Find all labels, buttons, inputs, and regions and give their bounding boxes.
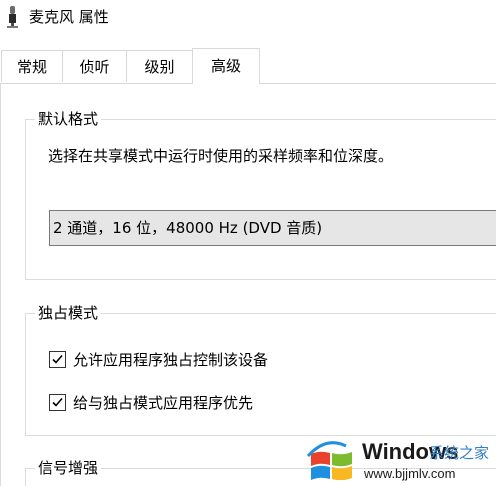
default-format-label: 默认格式	[35, 109, 102, 129]
exclusive-mode-group: 独占模式	[25, 303, 496, 436]
tab-strip: 常规 侦听 级别 高级	[0, 48, 496, 84]
checkmark-icon	[52, 354, 63, 364]
site-watermark: Windows 系统之家 www.bjjmlv.com	[304, 432, 496, 486]
watermark-site-name: 系统之家	[429, 444, 490, 462]
exclusive-mode-label: 独占模式	[35, 303, 102, 323]
watermark-url: www.bjjmlv.com	[364, 466, 456, 481]
signal-enhancement-label: 信号增强	[35, 458, 102, 478]
properties-window: 麦克风 属性 常规 侦听 级别 高级 默认格式 选择在共享模式中运行时使用的采样…	[0, 0, 496, 486]
tab-advanced[interactable]: 高级	[192, 48, 260, 84]
exclusive-priority-label: 给与独占模式应用程序优先	[73, 394, 254, 412]
title-bar: 麦克风 属性	[0, 0, 496, 38]
exclusive-priority-checkbox[interactable]	[49, 394, 66, 411]
tab-listen[interactable]: 侦听	[62, 50, 127, 82]
window-title: 麦克风 属性	[29, 8, 109, 26]
allow-exclusive-control-checkbox[interactable]	[49, 351, 66, 368]
tab-general[interactable]: 常规	[1, 50, 63, 82]
default-format-group: 默认格式	[25, 109, 496, 280]
sample-rate-selected-value: 2 通道，16 位，48000 Hz (DVD 音质)	[53, 219, 323, 237]
allow-exclusive-control-label: 允许应用程序独占控制该设备	[73, 351, 269, 369]
default-format-description: 选择在共享模式中运行时使用的采样频率和位深度。	[48, 147, 394, 165]
sample-rate-dropdown[interactable]: 2 通道，16 位，48000 Hz (DVD 音质)	[49, 210, 496, 246]
tab-levels[interactable]: 级别	[126, 50, 193, 82]
windows-logo-icon	[306, 441, 352, 480]
microphone-icon	[7, 6, 18, 28]
checkmark-icon	[52, 397, 63, 407]
